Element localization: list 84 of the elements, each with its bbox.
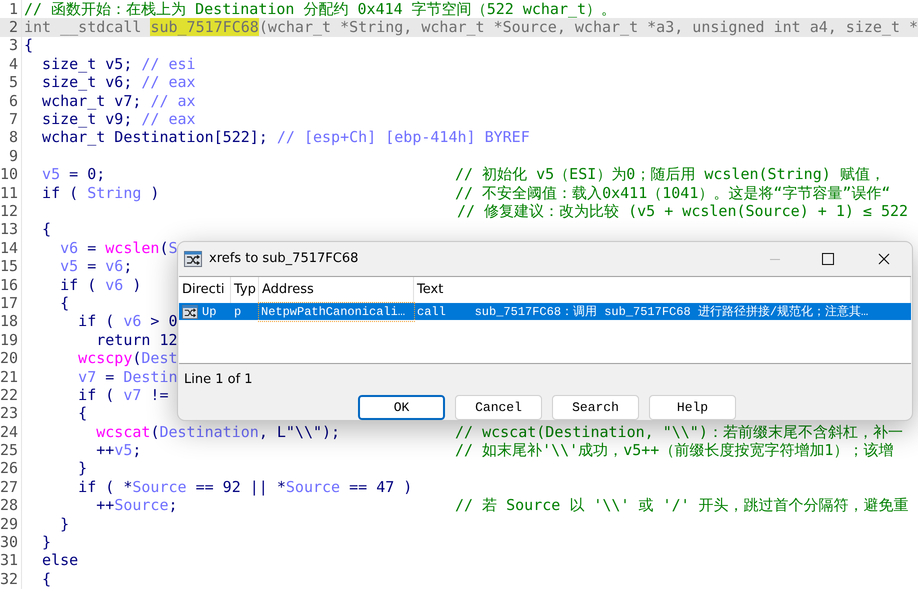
code-text: v5 = 0;: [41, 167, 106, 182]
code-text: }: [41, 535, 52, 550]
line-number: 8: [8, 130, 18, 146]
code-text: if ( *Source == 92 || *Source == 47 ): [77, 480, 412, 495]
code-comment: // 初始化 v5（ESI）为0；随后用 wcslen(String) 赋值，: [455, 167, 885, 182]
line-number: 13: [0, 222, 18, 238]
line-number: 26: [0, 461, 18, 476]
line-number: 6: [8, 94, 18, 109]
line-number: 11: [0, 186, 18, 201]
line-number: 17: [0, 296, 18, 311]
dialog-button[interactable]: OK: [358, 395, 445, 420]
code-text: }: [77, 461, 88, 476]
table-cell-text: Up: [202, 304, 216, 321]
line-number: 24: [0, 424, 18, 440]
code-text: if ( String ): [41, 186, 160, 201]
code-text: {: [24, 38, 34, 54]
code-text: {: [41, 222, 52, 238]
status-text: Line 1 of 1: [183, 370, 254, 388]
line-number: 9: [8, 148, 18, 164]
line-number: 27: [0, 480, 18, 495]
code-text: ++v5;: [95, 443, 142, 458]
dialog-button[interactable]: Search: [552, 395, 639, 420]
code-comment: // wcscat(Destination, "\\")：若前缀末尾不含斜杠，补一: [455, 424, 903, 440]
line-number: 31: [0, 553, 18, 568]
xref-icon: [182, 304, 198, 319]
code-text: {: [77, 406, 88, 422]
code-comment: // 函数开始：在栈上为 Destination 分配约 0x414 字节空间（522 wchar_t）。: [24, 2, 616, 17]
line-number: 12: [0, 204, 18, 219]
line-number: 19: [0, 332, 18, 348]
code-text: if ( v6 > 0: [77, 314, 178, 330]
line-number: 10: [0, 167, 18, 182]
xref-icon: [184, 251, 202, 268]
code-text: }: [59, 516, 70, 532]
code-text: size_t v6; // eax: [41, 75, 196, 90]
code-comment: // 如末尾补'\\'成功，v5++（前缀长度按宽字符增加1）；该增: [455, 443, 894, 458]
code-text: ++Source;: [95, 498, 178, 514]
line-number: 1: [8, 2, 18, 17]
code-text: if ( v7 !=: [77, 388, 168, 403]
code-text: wcscpy(Dest: [77, 351, 178, 366]
line-number: 5: [8, 75, 18, 90]
line-number: 7: [8, 112, 18, 128]
line-number: 30: [0, 535, 18, 550]
code-text: wchar_t v7; // ax: [41, 94, 196, 109]
xref-row[interactable]: Up p NetpwPathCanonicali… call sub_7517FC68：调用 sub_7517FC68 进行路径拼接/规范化；注意其…: [179, 303, 911, 320]
line-number: 25: [0, 443, 18, 458]
line-number: 15: [0, 259, 18, 274]
maximize-icon[interactable]: [822, 253, 834, 266]
code-text: v7 = Destin: [77, 370, 178, 384]
code-comment: // 若 Source 以 '\\' 或 '/' 开头，跳过首个分隔符，避免重: [455, 498, 909, 514]
code-text: return 12: [95, 332, 178, 348]
code-text: if ( v6 ): [59, 278, 142, 293]
line-number: 28: [0, 498, 18, 514]
code-text: size_t v5; // esi: [41, 56, 196, 72]
line-number: 4: [8, 56, 18, 72]
code-text: v5 = v6;: [59, 259, 132, 274]
table-cell-text: p: [233, 304, 242, 321]
line-number: 18: [0, 314, 18, 330]
line-number: 3: [8, 38, 18, 54]
code-text: wchar_t Destination[522]; // [esp+Ch] [ebp-414h] BYREF: [41, 130, 530, 146]
dialog-title: xrefs to sub_7517FC68: [209, 250, 358, 268]
line-number: 16: [0, 278, 18, 293]
code-text: wcscat(Destination, L"\\");: [95, 424, 340, 440]
line-number: 23: [0, 406, 18, 422]
dialog-button[interactable]: Cancel: [455, 395, 542, 420]
close-icon[interactable]: [878, 253, 890, 266]
minimize-icon: [770, 258, 780, 260]
line-number: 14: [0, 240, 18, 256]
dialog-button[interactable]: Help: [649, 395, 736, 420]
code-comment: // 修复建议：改为比较 (v5 + wcslen(Source) + 1) ≤ 522: [457, 204, 908, 219]
line-number: 22: [0, 388, 18, 403]
code-text: {: [59, 296, 70, 311]
table-cell: NetpwPathCanonicali…: [259, 302, 414, 321]
code-text: size_t v9; // eax: [41, 112, 196, 128]
table-cell-text: call sub_7517FC68：调用 sub_7517FC68 进行路径拼接/规范化；注意其…: [416, 304, 870, 321]
line-number: 32: [0, 572, 18, 587]
line-number: 29: [0, 516, 18, 532]
line-number: 2: [8, 20, 18, 36]
code-text: {: [41, 572, 52, 587]
code-text: int __stdcall sub_7517FC68(wchar_t *String, wchar_t *Source, wchar_t *a3, unsigned int a4, size_t *: [24, 20, 918, 36]
line-number: 21: [0, 370, 18, 384]
code-text: v6 = wcslen(S: [59, 240, 178, 256]
code-comment: // 不安全阈值：载入0x411（1041）。这是将“字节容量”误作“: [455, 186, 890, 201]
code-text: else: [41, 553, 78, 568]
line-number: 20: [0, 351, 18, 366]
